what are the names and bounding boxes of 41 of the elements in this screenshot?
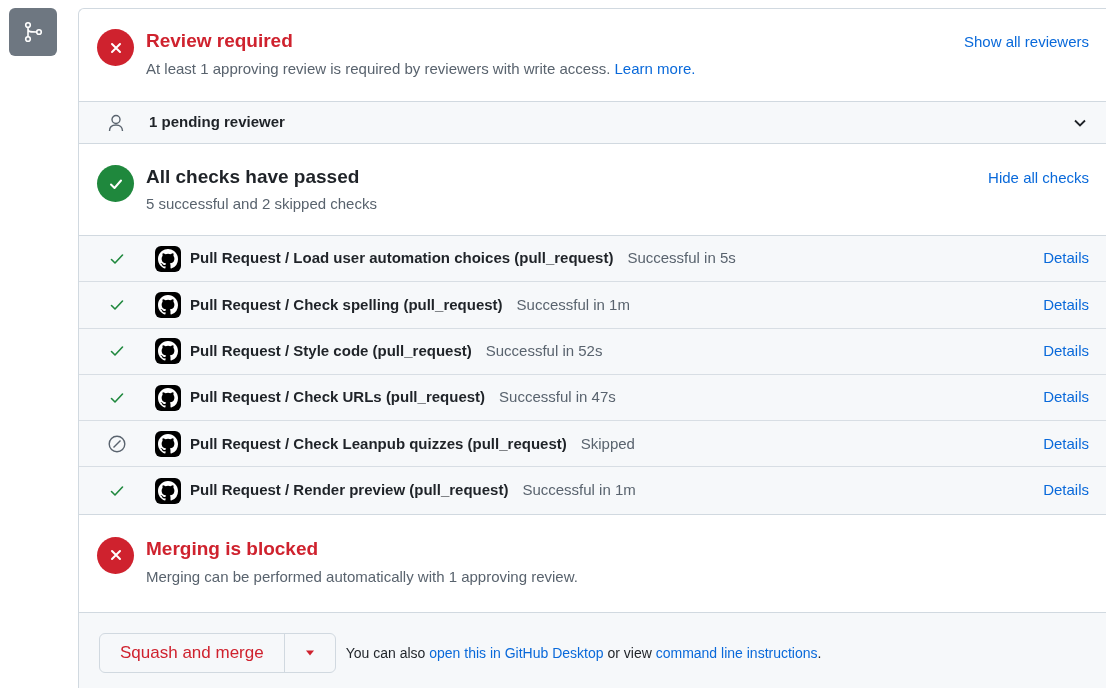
check-result: Successful in 1m [522, 480, 637, 501]
github-logo-icon [155, 291, 181, 318]
merge-title: Merging is blocked [146, 536, 320, 561]
github-logo-icon [155, 384, 181, 411]
check-result: Successful in 5s [627, 248, 737, 269]
review-description: At least 1 approving review is required by reviewers with write access. Learn more. [146, 59, 697, 79]
details-link[interactable]: Details [1043, 386, 1089, 409]
command-line-link[interactable]: command line instructions [655, 644, 818, 661]
checks-title: All checks have passed [146, 165, 361, 189]
hide-checks-link[interactable]: Hide all checks [988, 167, 1089, 190]
pending-reviewer-row[interactable]: 1 pending reviewer [79, 101, 1106, 144]
github-logo-icon [155, 338, 181, 365]
details-link[interactable]: Details [1043, 340, 1089, 363]
details-link[interactable]: Details [1043, 293, 1089, 317]
details-link[interactable]: Details [1043, 247, 1089, 270]
branch-icon [9, 8, 57, 56]
check-name: Pull Request / Render preview (pull_request) [190, 480, 509, 501]
show-reviewers-link[interactable]: Show all reviewers [963, 31, 1089, 54]
github-logo-icon [155, 477, 181, 504]
github-logo-icon [155, 430, 181, 457]
github-logo-icon [155, 245, 181, 272]
check-name: Pull Request / Load user automation choices (pull_request) [190, 248, 614, 269]
check-result: Skipped [580, 433, 636, 454]
caret-icon [304, 649, 315, 656]
alternatives-text: You can also open this in GitHub Desktop or view command line instructions. [345, 643, 822, 663]
details-link[interactable]: Details [1043, 432, 1089, 456]
check-name: Pull Request / Check URLs (pull_request) [190, 387, 486, 408]
checks-summary: 5 successful and 2 skipped checks [146, 194, 378, 214]
merge-description: Merging can be performed automatically with 1 approving review. [146, 566, 578, 587]
person-icon [108, 113, 124, 132]
check-result: Successful in 1m [516, 294, 631, 315]
pending-reviewer-label: 1 pending reviewer [149, 112, 286, 133]
check-result: Successful in 47s [499, 387, 617, 408]
details-link[interactable]: Details [1043, 479, 1089, 502]
check-name: Pull Request / Style code (pull_request) [190, 341, 472, 361]
review-title: Review required [146, 29, 294, 53]
check-name: Pull Request / Check Leanpub quizzes (pull_request) [190, 433, 567, 454]
check-result: Successful in 52s [485, 341, 604, 361]
github-desktop-link[interactable]: open this in GitHub Desktop [429, 644, 604, 661]
check-name: Pull Request / Check spelling (pull_request) [190, 294, 503, 315]
learn-more-link[interactable]: Learn more. [614, 60, 696, 77]
